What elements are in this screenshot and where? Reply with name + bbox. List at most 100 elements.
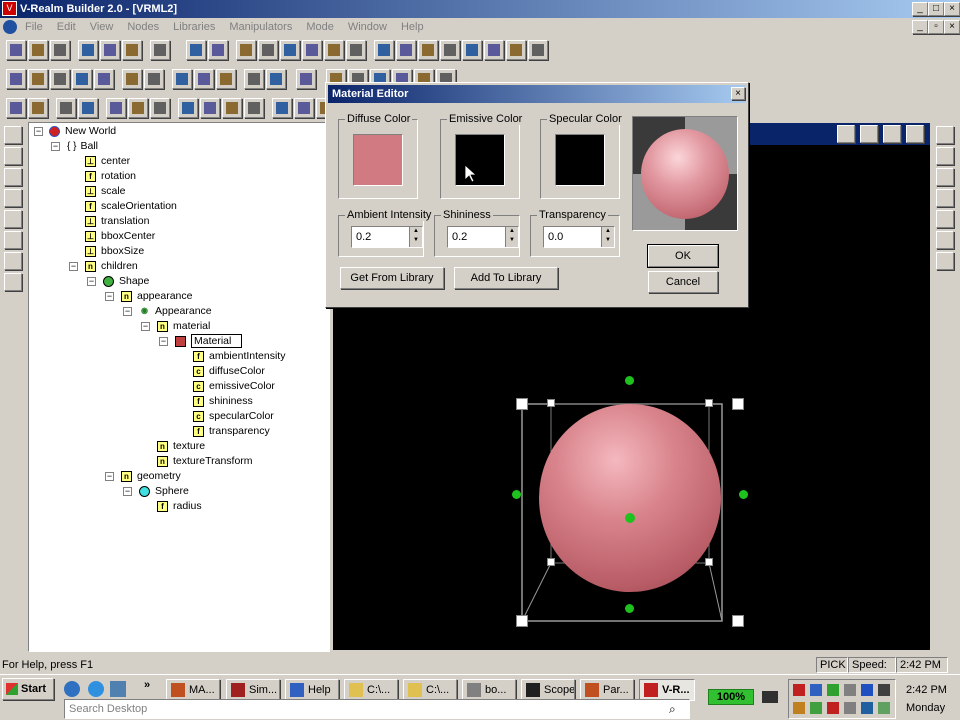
collapse-icon[interactable]: − [141, 322, 150, 331]
center-handle[interactable] [625, 513, 635, 523]
node-button-icon[interactable] [200, 98, 220, 118]
tray-icon[interactable] [861, 684, 873, 696]
specular-color-swatch[interactable] [555, 134, 605, 186]
collapse-icon[interactable]: − [159, 337, 168, 346]
toolbar-button-icon[interactable] [280, 40, 300, 60]
tree-item-appearance-field[interactable]: n appearance [121, 289, 192, 304]
scale-handle[interactable] [705, 558, 713, 566]
manipulator-button-icon[interactable] [194, 69, 214, 89]
side-tool-icon[interactable] [936, 147, 954, 165]
tree-item-appearance[interactable]: ◉ Appearance [139, 304, 212, 319]
cancel-button[interactable]: Cancel [648, 271, 718, 293]
dialog-close-icon[interactable]: × [731, 87, 745, 100]
task-help[interactable]: Help [285, 679, 339, 701]
scale-handle[interactable] [516, 615, 528, 627]
manipulator-button-icon[interactable] [216, 69, 236, 89]
side-tool-icon[interactable] [4, 126, 22, 144]
scale-handle[interactable] [547, 399, 555, 407]
navigation-icon[interactable] [837, 125, 855, 143]
node-button-icon[interactable] [78, 98, 98, 118]
toolbar-button-icon[interactable] [78, 40, 98, 60]
ie-icon[interactable] [88, 681, 104, 697]
transparency-input[interactable]: 0.0 ▲ ▼ [543, 226, 615, 248]
manipulator-button-icon[interactable] [266, 69, 286, 89]
battery-meter[interactable]: 100% [708, 689, 754, 705]
side-tool-icon[interactable] [4, 273, 22, 291]
manipulator-button-icon[interactable] [244, 69, 264, 89]
tree-item-ball[interactable]: { } Ball [67, 139, 98, 154]
tree-item-shininess[interactable]: f shininess [193, 394, 253, 409]
rotate-handle[interactable] [625, 376, 634, 385]
scale-handle[interactable] [705, 399, 713, 407]
tree-item-radius[interactable]: f radius [157, 499, 202, 514]
collapse-icon[interactable]: − [123, 307, 132, 316]
doc-close-icon[interactable]: × [944, 20, 960, 34]
search-desktop-input[interactable]: Search Desktop ⌕ [64, 699, 690, 719]
scale-handle[interactable] [732, 398, 744, 410]
node-button-icon[interactable] [294, 98, 314, 118]
sphere[interactable] [539, 404, 721, 592]
menu-window[interactable]: Window [341, 18, 394, 36]
desktop-icon[interactable] [64, 681, 80, 697]
tree-item-center[interactable]: ⊥ center [85, 154, 130, 169]
toolbar-button-icon[interactable] [208, 40, 228, 60]
task-folder-1[interactable]: C:\... [344, 679, 398, 701]
doc-restore-icon[interactable]: ▫ [928, 20, 944, 34]
tray-icon[interactable] [827, 684, 839, 696]
collapse-icon[interactable]: − [87, 277, 96, 286]
power-plug-icon[interactable] [762, 691, 778, 703]
side-tool-icon[interactable] [936, 231, 954, 249]
shininess-input[interactable]: 0.2 ▲ ▼ [447, 226, 519, 248]
toolbar-button-icon[interactable] [374, 40, 394, 60]
maximize-icon[interactable]: □ [928, 2, 944, 16]
side-tool-icon[interactable] [4, 147, 22, 165]
search-icon[interactable]: ⌕ [669, 702, 676, 717]
tree-item-specular-color[interactable]: c specularColor [193, 409, 274, 424]
rotate-handle[interactable] [625, 604, 634, 613]
toolbar-button-icon[interactable] [324, 40, 344, 60]
tree-item-translation[interactable]: ⊥ translation [85, 214, 149, 229]
manipulator-button-icon[interactable] [50, 69, 70, 89]
side-tool-icon[interactable] [4, 252, 22, 270]
collapse-icon[interactable]: − [69, 262, 78, 271]
tree-item-children[interactable]: n children [85, 259, 138, 274]
tree-item-bbox-center[interactable]: ⊥ bboxCenter [85, 229, 155, 244]
menu-help[interactable]: Help [394, 18, 431, 36]
ok-button[interactable]: OK [647, 244, 719, 268]
manipulator-button-icon[interactable] [144, 69, 164, 89]
toolbar-button-icon[interactable] [418, 40, 438, 60]
rotate-handle[interactable] [512, 490, 521, 499]
side-tool-icon[interactable] [4, 210, 22, 228]
collapse-icon[interactable]: − [34, 127, 43, 136]
toolbar-button-icon[interactable] [302, 40, 322, 60]
menu-view[interactable]: View [83, 18, 121, 36]
node-button-icon[interactable] [244, 98, 264, 118]
close-icon[interactable]: × [944, 2, 960, 16]
tray-icon[interactable] [878, 684, 890, 696]
tree-item-geometry[interactable]: n geometry [121, 469, 181, 484]
scale-handle[interactable] [732, 615, 744, 627]
emissive-color-swatch[interactable] [455, 134, 505, 186]
tray-icon[interactable] [810, 702, 822, 714]
node-button-icon[interactable] [106, 98, 126, 118]
toolbar-button-icon[interactable] [440, 40, 460, 60]
tray-icon[interactable] [793, 702, 805, 714]
side-tool-icon[interactable] [4, 189, 22, 207]
toolbar-button-icon[interactable] [50, 40, 70, 60]
collapse-icon[interactable]: − [123, 487, 132, 496]
tree-item-rotation[interactable]: f rotation [85, 169, 136, 184]
task-matlab[interactable]: MA... [166, 679, 220, 701]
manipulator-button-icon[interactable] [28, 69, 48, 89]
camera-icon[interactable] [906, 125, 924, 143]
toolbar-button-icon[interactable] [186, 40, 206, 60]
node-button-icon[interactable] [150, 98, 170, 118]
menu-manipulators[interactable]: Manipulators [222, 18, 299, 36]
toolbar-button-icon[interactable] [528, 40, 548, 60]
tree-item-scale[interactable]: ⊥ scale [85, 184, 126, 199]
tray-icon[interactable] [861, 702, 873, 714]
add-to-library-button[interactable]: Add To Library [454, 267, 558, 289]
manipulator-button-icon[interactable] [6, 69, 26, 89]
tray-icon[interactable] [810, 684, 822, 696]
minimize-icon[interactable]: _ [912, 2, 928, 16]
side-tool-icon[interactable] [4, 168, 22, 186]
